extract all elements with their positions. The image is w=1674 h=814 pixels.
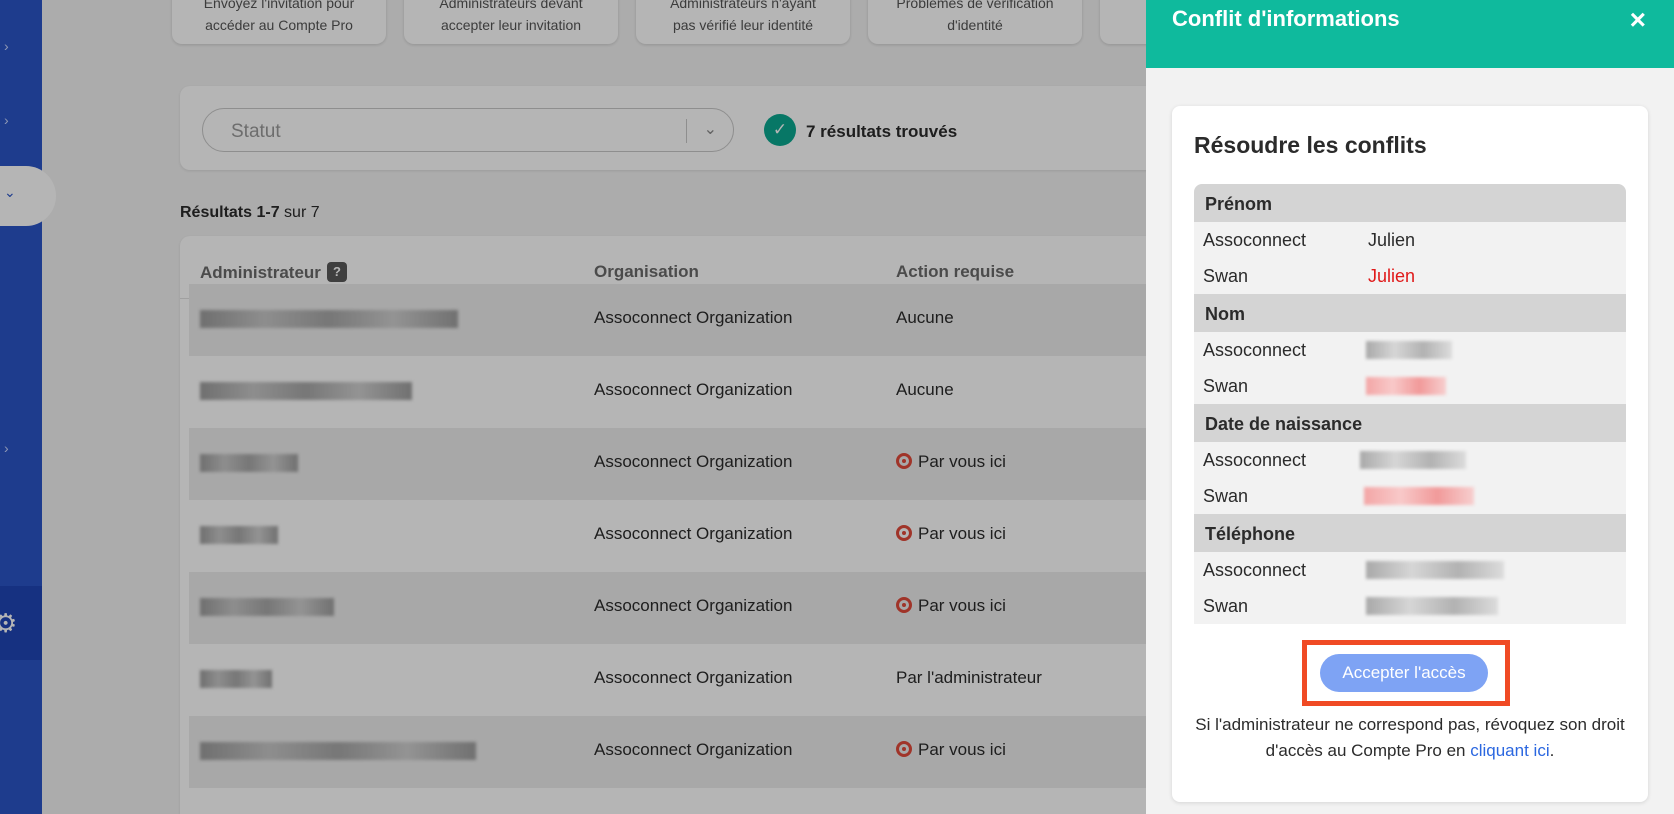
close-icon[interactable]: × xyxy=(1630,4,1646,36)
source-label: Assoconnect xyxy=(1203,450,1307,470)
panel-title: Conflit d'informations xyxy=(1172,6,1400,31)
conflict-row[interactable]: Assoconnect xyxy=(1194,552,1626,588)
modal-backdrop[interactable] xyxy=(0,0,1146,814)
accept-access-button[interactable]: Accepter l'accès xyxy=(1320,654,1488,692)
section-header-firstname: Prénom xyxy=(1194,184,1626,222)
conflict-row[interactable]: Swan Julien xyxy=(1194,258,1626,294)
source-label: Swan xyxy=(1203,596,1249,616)
redacted-value-conflict xyxy=(1366,377,1446,395)
source-label: Assoconnect xyxy=(1203,560,1307,580)
redacted-value xyxy=(1366,561,1504,579)
conflict-row[interactable]: Swan xyxy=(1194,478,1626,514)
redacted-value-conflict xyxy=(1364,487,1474,505)
section-header-birthdate: Date de naissance xyxy=(1194,404,1626,442)
source-label: Swan xyxy=(1203,486,1249,506)
source-label: Swan xyxy=(1203,376,1249,396)
redacted-value xyxy=(1360,451,1466,469)
redacted-value xyxy=(1366,597,1498,615)
panel-header: Conflit d'informations × xyxy=(1146,0,1674,68)
source-label: Assoconnect xyxy=(1203,230,1307,250)
redacted-value xyxy=(1366,341,1452,359)
conflict-row[interactable]: Swan xyxy=(1194,368,1626,404)
conflict-row[interactable]: Swan xyxy=(1194,588,1626,624)
accept-highlight: Accepter l'accès xyxy=(1302,640,1510,706)
conflict-row[interactable]: Assoconnect xyxy=(1194,332,1626,368)
revoke-text: Si l'administrateur ne correspond pas, r… xyxy=(1195,715,1625,760)
source-label: Swan xyxy=(1203,266,1249,286)
source-value-conflict: Julien xyxy=(1368,266,1416,286)
revoke-link[interactable]: cliquant ici xyxy=(1470,741,1549,760)
section-header-lastname: Nom xyxy=(1194,294,1626,332)
source-label: Assoconnect xyxy=(1203,340,1307,360)
conflict-row[interactable]: Assoconnect xyxy=(1194,442,1626,478)
revoke-end: . xyxy=(1549,741,1555,760)
revoke-instructions: Si l'administrateur ne correspond pas, r… xyxy=(1194,712,1626,764)
section-header-phone: Téléphone xyxy=(1194,514,1626,552)
conflict-table: Prénom Assoconnect Julien Swan Julien No… xyxy=(1194,184,1626,624)
conflict-card: Résoudre les conflits Prénom Assoconnect… xyxy=(1172,106,1648,802)
card-title: Résoudre les conflits xyxy=(1194,132,1427,158)
conflict-row[interactable]: Assoconnect Julien xyxy=(1194,222,1626,258)
conflict-panel: Conflit d'informations × Résoudre les co… xyxy=(1146,0,1674,814)
source-value: Julien xyxy=(1368,230,1416,250)
